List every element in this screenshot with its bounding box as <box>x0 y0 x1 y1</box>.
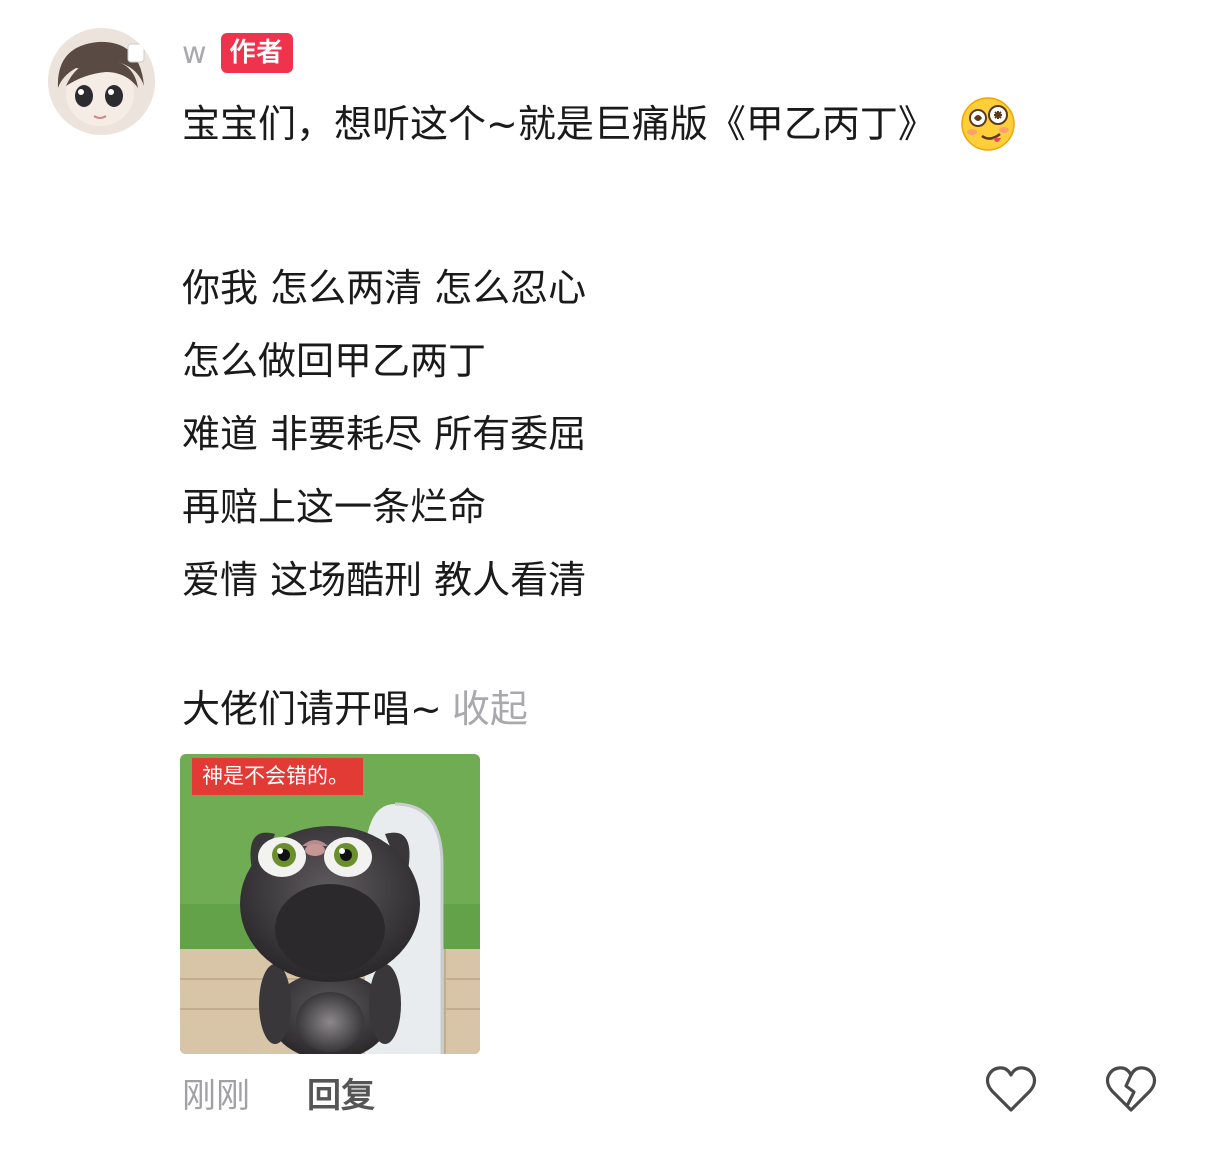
reply-button[interactable]: 回复 <box>307 1068 375 1117</box>
lyric-line: 再赔上这一条烂命 <box>182 485 487 529</box>
collapse-button[interactable]: 收起 <box>452 687 528 731</box>
lyric-line: 难道 非要耗尽 所有委屈 <box>182 412 587 456</box>
comment-headline: 宝宝们，想听这个~就是巨痛版《甲乙丙丁》 <box>182 94 1162 154</box>
timestamp: 刚刚 <box>182 1076 250 1116</box>
like-button[interactable] <box>984 1064 1038 1114</box>
broken-heart-icon <box>1105 1066 1157 1112</box>
comment-body: 宝宝们，想听这个~就是巨痛版《甲乙丙丁》 你我 怎么两清 怎么忍心 怎么做回甲乙… <box>182 94 1162 739</box>
lyric-line: 怎么做回甲乙两丁 <box>182 339 487 383</box>
lyric-line: 你我 怎么两清 怎么忍心 <box>182 266 587 310</box>
author-badge: 作者 <box>220 33 293 73</box>
lyrics-block: 你我 怎么两清 怎么忍心 怎么做回甲乙两丁 难道 非要耗尽 所有委屈 再赔上这一… <box>182 252 1162 617</box>
woozy-face-emoji-icon <box>960 96 1016 152</box>
talking-tom-cat-sticker-icon <box>180 754 480 1054</box>
author-row: w 作者 <box>182 32 293 74</box>
dislike-button[interactable] <box>1104 1064 1158 1114</box>
comment-footer: 大佬们请开唱~ 收起 <box>182 679 1162 739</box>
footer-text: 大佬们请开唱~ <box>182 687 442 731</box>
headline-text: 宝宝们，想听这个~就是巨痛版《甲乙丙丁》 <box>182 102 936 146</box>
lyric-line: 爱情 这场酷刑 教人看清 <box>182 558 587 602</box>
sticker-caption: 神是不会错的。 <box>192 758 363 795</box>
sticker-image[interactable]: 神是不会错的。 <box>180 754 480 1054</box>
username[interactable]: w <box>182 36 207 71</box>
avatar[interactable] <box>48 28 155 135</box>
heart-outline-icon <box>985 1066 1037 1112</box>
